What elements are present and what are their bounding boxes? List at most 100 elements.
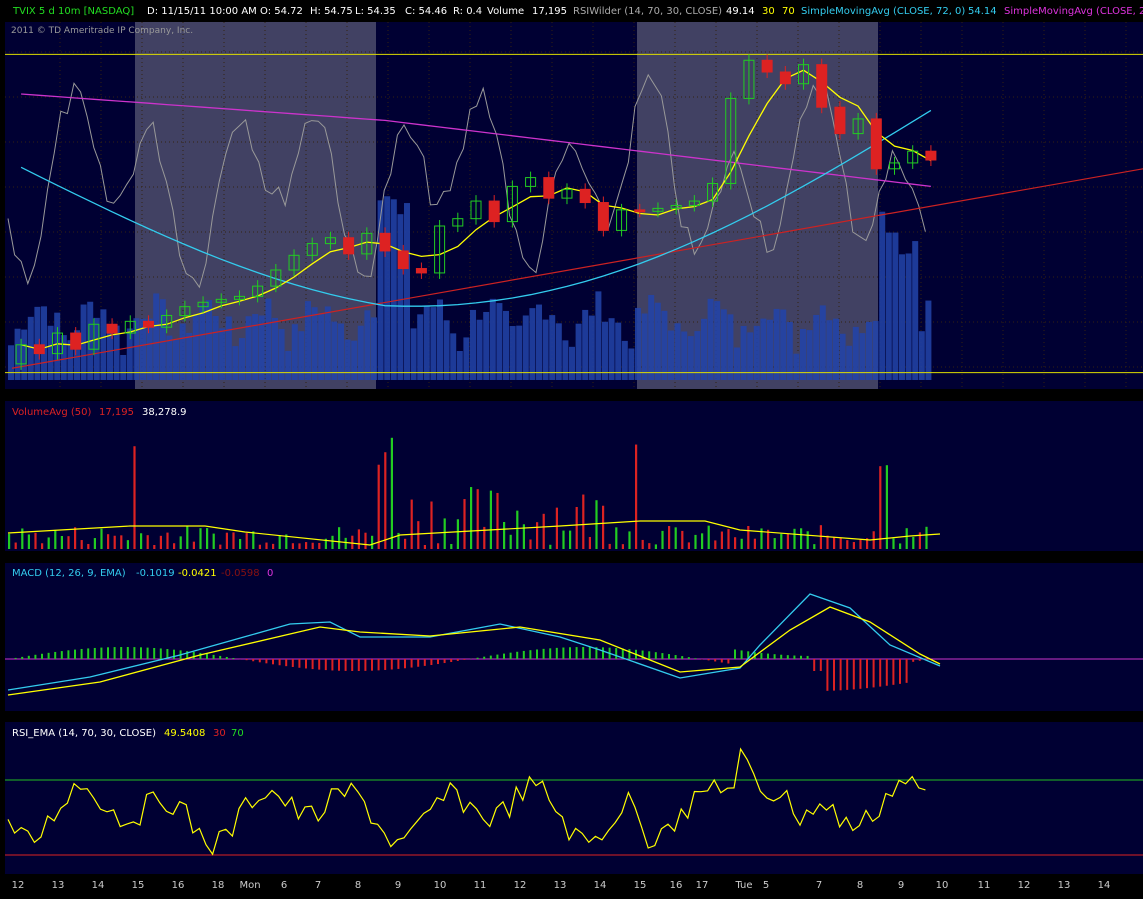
volume-overlay-bar: [866, 321, 872, 380]
volume-panel: [5, 401, 1143, 551]
volume-bar: [179, 536, 182, 549]
x-axis-tick-label: 12: [12, 880, 25, 891]
volume-bar: [27, 534, 30, 549]
volume-bar: [641, 539, 644, 549]
volume-overlay-bar: [225, 316, 232, 380]
volume-bar: [839, 537, 842, 549]
volume-bar: [166, 532, 169, 549]
volume-overlay-bar: [661, 310, 668, 380]
macd-histogram-bar: [423, 659, 426, 666]
volume-bar: [734, 537, 737, 549]
volume-overlay-bar: [489, 298, 496, 380]
volume-bar: [747, 526, 750, 549]
volume-panel-label[interactable]: VolumeAvg (50): [12, 407, 92, 418]
volume-overlay-bar: [397, 214, 404, 380]
macd-histogram-bar: [146, 647, 149, 659]
macd-histogram-bar: [483, 656, 486, 659]
macd-histogram-bar: [377, 659, 380, 671]
volume-overlay-bar: [635, 307, 641, 380]
volume-overlay-bar: [621, 340, 628, 380]
volume-overlay-bar: [727, 314, 734, 380]
macd-histogram-bar: [417, 659, 420, 667]
volume-bar: [575, 506, 578, 549]
macd-histogram-bar: [404, 659, 406, 669]
volume-bar: [694, 534, 697, 549]
volume-overlay-bar: [456, 350, 463, 380]
volume-overlay-bar: [760, 318, 767, 380]
volume-overlay-bar: [404, 203, 410, 380]
candle-body: [415, 268, 427, 274]
volume-bar: [628, 531, 631, 549]
volume-bar: [470, 487, 473, 549]
volume-overlay-bar: [819, 305, 826, 380]
volume-overlay-bar: [192, 315, 199, 380]
macd-histogram-bar: [813, 659, 816, 671]
macd-panel-label[interactable]: MACD (12, 26, 9, EMA): [12, 568, 126, 579]
macd-histogram-bar: [34, 654, 37, 659]
macd-histogram-bar: [529, 650, 532, 659]
volume-overlay-bar: [826, 320, 833, 380]
volume-bar: [536, 522, 539, 549]
macd-histogram-bar: [839, 659, 842, 691]
macd-histogram-bar: [562, 647, 565, 659]
volume-bar: [489, 490, 492, 549]
volume-bar: [232, 532, 235, 549]
macd-histogram-bar: [542, 648, 545, 659]
volume-bar: [245, 533, 248, 549]
macd-histogram-bar: [899, 659, 901, 684]
volume-bar: [780, 533, 783, 549]
volume-bar: [133, 446, 136, 549]
rsi-panel-label[interactable]: RSI_EMA (14, 70, 30, CLOSE): [12, 728, 156, 739]
volume-overlay-bar: [463, 337, 470, 380]
volume-overlay-bar: [615, 322, 622, 380]
volume-bar: [463, 499, 466, 549]
x-axis-tick-label: 16: [670, 880, 683, 891]
macd-histogram-bar: [113, 647, 116, 659]
volume-overlay-bar: [872, 320, 879, 380]
x-axis-tick-label: 16: [172, 880, 185, 891]
symbol-label[interactable]: TVIX 5 d 10m [NASDAQ]: [12, 6, 134, 17]
volume-bar: [833, 537, 836, 549]
rsi-panel: [5, 722, 1143, 874]
candle-body: [142, 320, 154, 328]
macd-histogram-bar: [357, 659, 360, 671]
macd-histogram-bar: [892, 659, 895, 685]
volume-bar: [120, 535, 123, 549]
volume-overlay-bar: [740, 325, 747, 380]
x-axis-tick-label: 18: [212, 880, 225, 891]
macd-histogram-bar: [661, 653, 664, 659]
macd-histogram-bar: [786, 655, 789, 659]
sma1-header-value: 54.14: [968, 6, 997, 17]
macd-histogram-bar: [100, 647, 103, 659]
volume-bar: [384, 452, 387, 549]
macd-histogram-bar: [694, 658, 697, 659]
x-axis-tick-label: 9: [898, 880, 904, 891]
macd-histogram-bar: [324, 659, 327, 671]
volume-bar: [899, 543, 902, 549]
volume-overlay-bar: [311, 307, 318, 380]
x-axis-tick-label: 14: [92, 880, 105, 891]
macd-histogram-bar: [80, 648, 83, 659]
volume-overlay-bar: [8, 345, 14, 380]
volume-overlay-bar: [780, 309, 787, 380]
volume-overlay-bar: [846, 345, 853, 380]
volume-bar: [364, 532, 367, 549]
volume-overlay-bar: [423, 306, 430, 380]
macd-histogram-bar: [602, 647, 604, 659]
volume-bar: [529, 539, 532, 549]
volume-bar: [707, 525, 710, 549]
volume-bar: [588, 536, 591, 549]
macd-histogram-bar: [714, 659, 717, 662]
volume-overlay-bar: [529, 308, 536, 380]
volume-overlay-bar: [767, 319, 773, 380]
volume-bar: [668, 526, 671, 549]
macd-histogram-bar: [489, 655, 492, 659]
volume-bar: [859, 539, 862, 549]
candle-body: [488, 200, 500, 223]
volume-bar: [509, 534, 512, 549]
volume-overlay-bar: [536, 304, 542, 380]
volume-overlay-bar: [714, 301, 721, 380]
volume-overlay-bar: [562, 340, 569, 380]
volume-bar: [404, 538, 407, 549]
volume-bar: [252, 531, 255, 549]
